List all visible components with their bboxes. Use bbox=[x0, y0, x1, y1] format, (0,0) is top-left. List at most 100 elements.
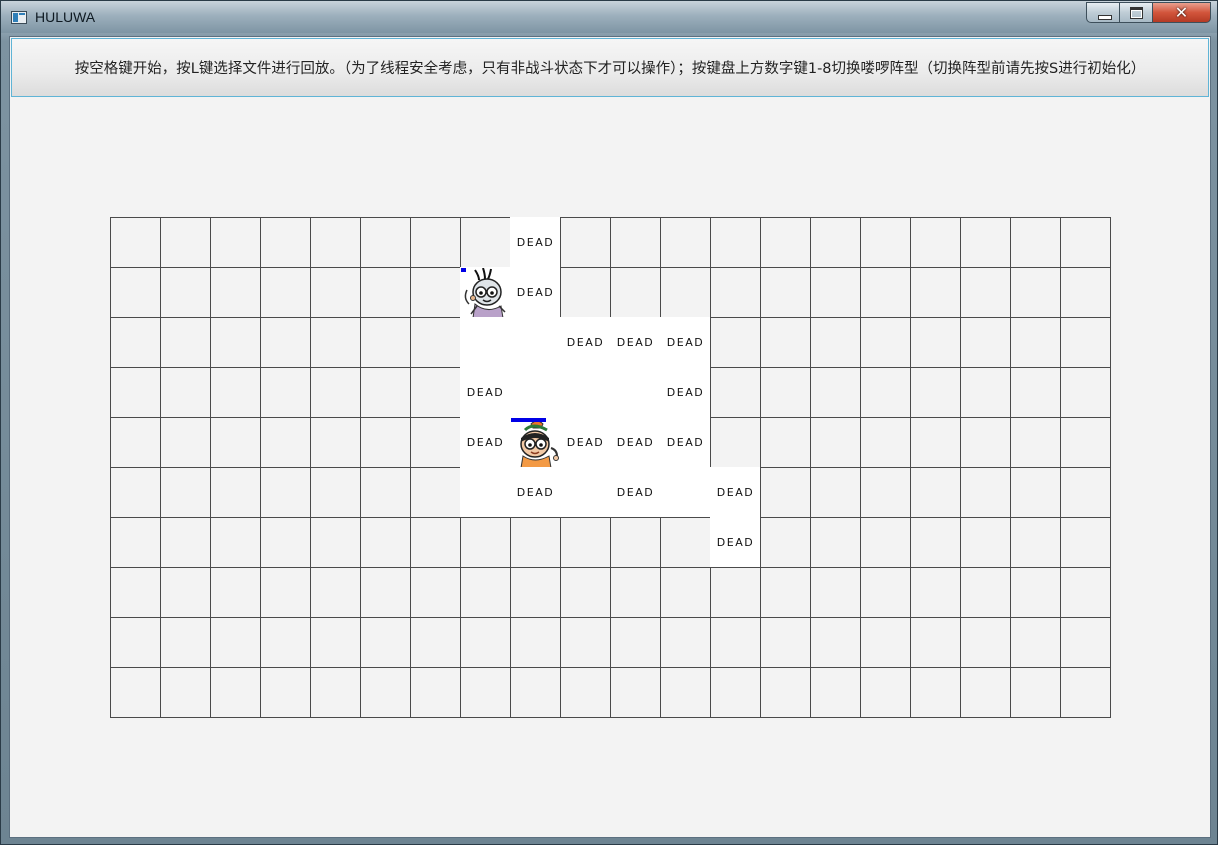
grid-cell[interactable] bbox=[260, 467, 311, 518]
grid-cell[interactable] bbox=[260, 217, 311, 268]
grid-cell-calabash-grandpa[interactable] bbox=[510, 417, 561, 468]
grid-cell[interactable] bbox=[210, 617, 261, 668]
grid-cell[interactable] bbox=[310, 617, 361, 668]
grid-cell[interactable] bbox=[910, 267, 961, 318]
grid-cell[interactable] bbox=[860, 267, 911, 318]
grid-cell[interactable] bbox=[860, 317, 911, 368]
grid-cell[interactable] bbox=[110, 317, 161, 368]
grid-cell[interactable] bbox=[810, 267, 861, 318]
grid-cell[interactable] bbox=[810, 367, 861, 418]
grid-cell[interactable] bbox=[910, 617, 961, 668]
grid-cell[interactable] bbox=[160, 567, 211, 618]
grid-cell[interactable] bbox=[460, 217, 511, 268]
grid-cell[interactable] bbox=[910, 467, 961, 518]
grid-cell[interactable] bbox=[710, 617, 761, 668]
grid-cell[interactable] bbox=[160, 317, 211, 368]
close-button[interactable]: ✕ bbox=[1153, 2, 1211, 23]
grid-cell[interactable] bbox=[110, 217, 161, 268]
grid-cell-dead[interactable]: DEAD bbox=[510, 467, 561, 518]
grid-cell[interactable] bbox=[1060, 617, 1111, 668]
grid-cell[interactable] bbox=[360, 567, 411, 618]
grid-cell[interactable] bbox=[1010, 267, 1061, 318]
grid-cell[interactable] bbox=[160, 517, 211, 568]
grid-cell[interactable] bbox=[110, 567, 161, 618]
grid-cell[interactable] bbox=[1010, 367, 1061, 418]
grid-cell[interactable] bbox=[660, 617, 711, 668]
grid-cell[interactable] bbox=[210, 317, 261, 368]
grid-cell[interactable] bbox=[760, 567, 811, 618]
grid-cell[interactable] bbox=[160, 417, 211, 468]
grid-cell[interactable] bbox=[310, 667, 361, 718]
grid-cell[interactable] bbox=[410, 667, 461, 718]
grid-cell[interactable] bbox=[610, 617, 661, 668]
grid-cell[interactable] bbox=[410, 567, 461, 618]
grid-cell[interactable] bbox=[1010, 567, 1061, 618]
grid-cell[interactable] bbox=[310, 217, 361, 268]
grid-cell[interactable] bbox=[810, 517, 861, 568]
grid-cell[interactable] bbox=[110, 517, 161, 568]
grid-cell[interactable] bbox=[160, 367, 211, 418]
grid-cell[interactable] bbox=[360, 467, 411, 518]
grid-cell[interactable] bbox=[1010, 517, 1061, 568]
grid-cell[interactable] bbox=[810, 317, 861, 368]
grid-cell[interactable] bbox=[960, 217, 1011, 268]
grid-cell[interactable] bbox=[760, 217, 811, 268]
grid-cell[interactable] bbox=[610, 567, 661, 618]
grid-cell[interactable] bbox=[810, 417, 861, 468]
grid-cell[interactable] bbox=[960, 317, 1011, 368]
grid-cell[interactable] bbox=[210, 567, 261, 618]
grid-cell[interactable] bbox=[1060, 317, 1111, 368]
grid-cell[interactable] bbox=[110, 617, 161, 668]
grid-cell-dead[interactable]: DEAD bbox=[460, 417, 511, 468]
grid-cell[interactable] bbox=[560, 517, 611, 568]
grid-cell[interactable] bbox=[560, 667, 611, 718]
grid-cell[interactable] bbox=[660, 667, 711, 718]
grid-cell[interactable] bbox=[1010, 617, 1061, 668]
grid-cell-dead[interactable]: DEAD bbox=[460, 367, 511, 418]
grid-cell[interactable] bbox=[760, 317, 811, 368]
grid-cell[interactable] bbox=[960, 267, 1011, 318]
grid-cell[interactable] bbox=[160, 267, 211, 318]
grid-cell[interactable] bbox=[1010, 667, 1061, 718]
grid-cell[interactable] bbox=[960, 517, 1011, 568]
grid-cell-scorpion-demon[interactable] bbox=[460, 267, 511, 318]
grid-cell[interactable] bbox=[560, 617, 611, 668]
grid-cell[interactable] bbox=[310, 467, 361, 518]
grid-cell[interactable] bbox=[360, 667, 411, 718]
grid-cell[interactable] bbox=[310, 567, 361, 618]
grid-cell[interactable] bbox=[910, 667, 961, 718]
grid-cell[interactable] bbox=[960, 367, 1011, 418]
grid-cell[interactable] bbox=[910, 367, 961, 418]
grid-cell[interactable] bbox=[860, 567, 911, 618]
grid-cell[interactable] bbox=[760, 517, 811, 568]
grid-cell[interactable] bbox=[210, 467, 261, 518]
grid-cell[interactable] bbox=[610, 517, 661, 568]
grid-cell[interactable] bbox=[760, 617, 811, 668]
grid-cell[interactable] bbox=[360, 517, 411, 568]
grid-cell[interactable] bbox=[160, 617, 211, 668]
grid-cell[interactable] bbox=[360, 217, 411, 268]
grid-cell[interactable] bbox=[260, 517, 311, 568]
grid-cell[interactable] bbox=[910, 567, 961, 618]
grid-cell[interactable] bbox=[260, 667, 311, 718]
grid-cell[interactable] bbox=[1060, 417, 1111, 468]
grid-cell[interactable] bbox=[860, 217, 911, 268]
grid-cell[interactable] bbox=[410, 367, 461, 418]
grid-cell[interactable] bbox=[710, 217, 761, 268]
grid-cell[interactable] bbox=[560, 567, 611, 618]
grid-cell[interactable] bbox=[960, 567, 1011, 618]
grid-cell[interactable] bbox=[1010, 217, 1061, 268]
grid-cell[interactable] bbox=[910, 217, 961, 268]
grid-cell[interactable] bbox=[710, 567, 761, 618]
grid-cell-dead[interactable]: DEAD bbox=[510, 217, 561, 268]
grid-cell-dead[interactable]: DEAD bbox=[510, 267, 561, 318]
grid-cell[interactable] bbox=[210, 667, 261, 718]
grid-cell[interactable] bbox=[610, 217, 661, 268]
grid-cell[interactable] bbox=[360, 267, 411, 318]
grid-cell[interactable] bbox=[260, 317, 311, 368]
grid-cell[interactable] bbox=[310, 267, 361, 318]
grid-cell[interactable] bbox=[410, 267, 461, 318]
title-bar[interactable]: HULUWA ✕ bbox=[1, 1, 1217, 33]
grid-cell[interactable] bbox=[760, 267, 811, 318]
grid-cell[interactable] bbox=[610, 267, 661, 318]
